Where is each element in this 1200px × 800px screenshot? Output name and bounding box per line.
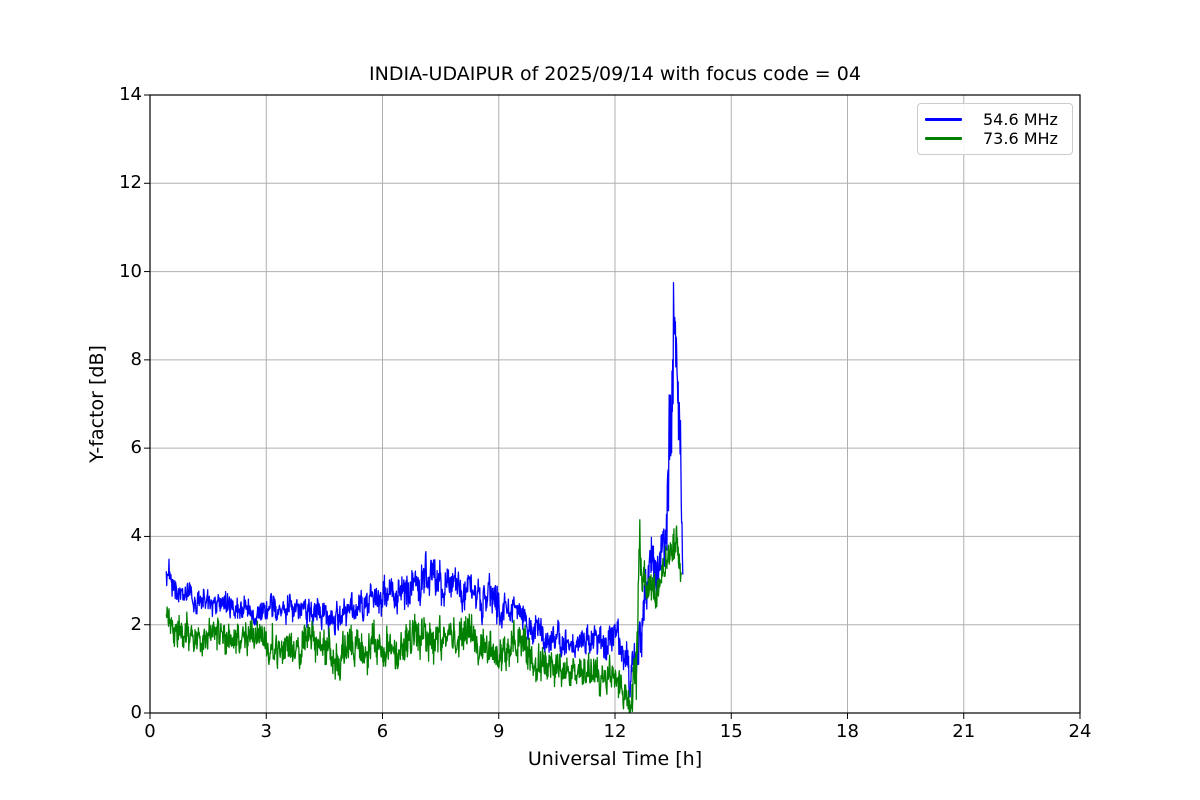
x-tick-label: 0 [144, 721, 156, 742]
x-tick-label: 9 [493, 721, 505, 742]
x-tick-label: 6 [376, 721, 389, 742]
x-tick-label: 21 [952, 721, 976, 742]
y-tick-label: 12 [119, 172, 142, 194]
legend-line-sample-54-6mhz [925, 118, 962, 121]
legend-label-73-6mhz: 73.6 MHz [983, 129, 1058, 148]
y-tick-label: 4 [130, 525, 142, 547]
legend-line-sample-73-6mhz [925, 137, 962, 140]
y-tick-label: 2 [130, 613, 142, 635]
x-axis-label: Universal Time [h] [527, 748, 703, 770]
x-tick-label: 18 [836, 721, 859, 742]
legend-entry: 73.6 MHz [925, 129, 1065, 148]
figure: INDIA-UDAIPUR of 2025/09/14 with focus c… [0, 0, 1200, 800]
legend-entry: 54.6 MHz [925, 110, 1065, 129]
y-tick-label: 8 [130, 348, 142, 370]
x-tick-label: 3 [260, 721, 272, 742]
chart-title: INDIA-UDAIPUR of 2025/09/14 with focus c… [369, 63, 861, 85]
legend: 54.6 MHz 73.6 MHz [917, 103, 1073, 155]
legend-label-54-6mhz: 54.6 MHz [983, 110, 1058, 129]
y-tick-label: 14 [119, 84, 142, 105]
x-tick-label: 15 [719, 721, 743, 742]
y-tick-label: 0 [130, 702, 142, 723]
x-tick-label: 12 [603, 721, 627, 742]
x-tick-label: 24 [1068, 721, 1092, 742]
y-tick-label: 6 [130, 437, 142, 459]
series-line-73-6-mhz [165, 519, 683, 713]
y-tick-label: 10 [119, 260, 142, 282]
